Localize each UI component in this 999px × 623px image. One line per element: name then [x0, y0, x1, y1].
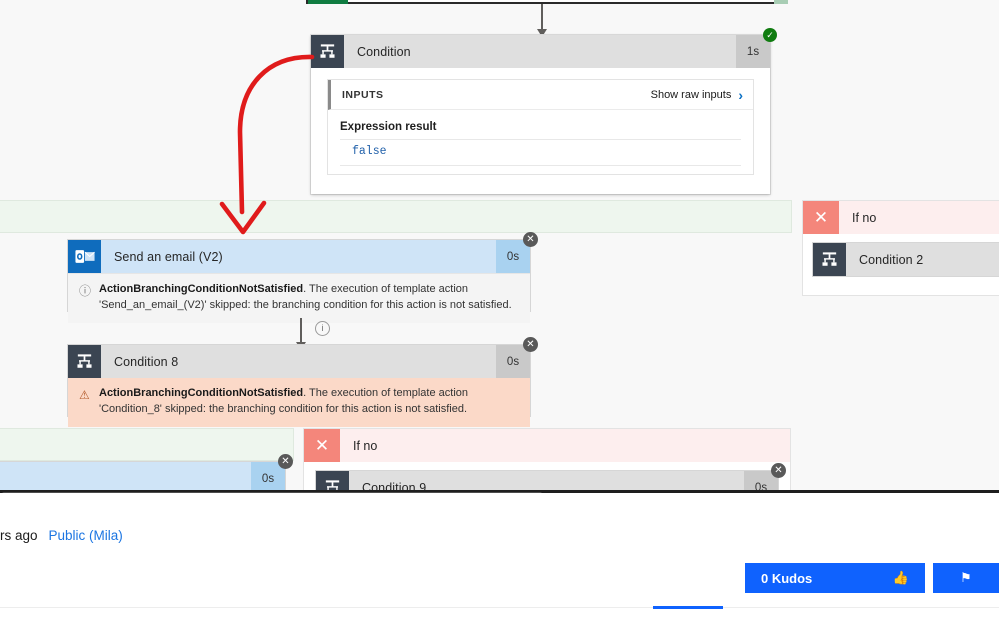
- branch-if-no-bottom[interactable]: ✕ If no Condition 9 0s ✕: [303, 428, 791, 493]
- branch-if-no-top-label: If no: [852, 210, 877, 225]
- x-icon: ✕: [304, 429, 340, 462]
- close-icon[interactable]: ✕: [523, 232, 538, 247]
- report-flag-button[interactable]: ⚑: [933, 563, 999, 593]
- branch-if-no-top-body: Condition 2: [803, 234, 999, 276]
- bottom-blue-card-header[interactable]: 0s ✕: [0, 454, 293, 493]
- post-meta-row: rs ago Public (Mila): [0, 528, 123, 543]
- branch-if-no-bottom-label: If no: [353, 438, 378, 453]
- branch-if-no-bottom-body: Condition 9 0s ✕: [304, 462, 790, 493]
- send-email-error-code: ActionBranchingConditionNotSatisfied: [99, 283, 304, 295]
- send-email-card[interactable]: Send an email (V2) 0s ✕ ⓘ ActionBranchin…: [68, 232, 538, 323]
- close-icon[interactable]: ✕: [523, 337, 538, 352]
- post-visibility-link[interactable]: Public (Mila): [49, 528, 123, 543]
- condition2-card-title: Condition 2: [859, 252, 924, 267]
- post-footer: 0 Kudos 👍 ⚑: [0, 560, 999, 623]
- expression-result-value: false: [340, 139, 741, 166]
- info-icon[interactable]: i: [315, 321, 330, 336]
- close-icon[interactable]: ✕: [771, 463, 786, 478]
- expression-result-label: Expression result: [340, 121, 437, 133]
- condition8-card[interactable]: Condition 8 0s ✕ ⚠ ActionBranchingCondit…: [68, 337, 538, 427]
- outlook-icon: [68, 240, 101, 273]
- send-email-error-text: ActionBranchingConditionNotSatisfied. Th…: [99, 282, 520, 314]
- condition-card-header[interactable]: Condition 1s ✓: [311, 28, 777, 68]
- send-email-error-message: ⓘ ActionBranchingConditionNotSatisfied. …: [68, 273, 530, 323]
- inputs-section-body: Expression result false: [328, 110, 753, 174]
- horizontal-scrollbar[interactable]: [0, 490, 999, 493]
- active-tab-indicator: [653, 606, 723, 609]
- kudos-label: 0 Kudos: [761, 570, 813, 586]
- close-icon[interactable]: ✕: [278, 454, 293, 469]
- footer-divider: [0, 607, 999, 608]
- condition-card-title: Condition: [357, 44, 411, 59]
- send-email-card-header[interactable]: Send an email (V2) 0s ✕: [68, 232, 538, 273]
- thumbs-up-icon: 👍: [892, 570, 909, 585]
- condition2-card-header[interactable]: Condition 2: [813, 243, 999, 276]
- condition-icon: [68, 345, 101, 378]
- condition-card-body: INPUTS Show raw inputs › Expression resu…: [311, 68, 770, 189]
- inputs-section: INPUTS Show raw inputs › Expression resu…: [327, 79, 754, 175]
- condition8-error-message: ⚠ ActionBranchingConditionNotSatisfied. …: [68, 378, 530, 427]
- condition8-card-header[interactable]: Condition 8 0s ✕: [68, 337, 538, 378]
- scope-if-yes-top: [0, 200, 792, 233]
- duration-chip-partial: [774, 0, 788, 4]
- condition-icon: [813, 243, 846, 276]
- kudos-button[interactable]: 0 Kudos 👍: [745, 563, 925, 593]
- show-raw-inputs-link[interactable]: Show raw inputs: [651, 89, 732, 101]
- bottom-blue-card[interactable]: 0s ✕: [0, 454, 293, 493]
- condition8-error-code: ActionBranchingConditionNotSatisfied: [99, 387, 304, 399]
- send-email-card-title: Send an email (V2): [114, 249, 223, 264]
- condition2-card[interactable]: Condition 2: [813, 243, 999, 276]
- x-icon: ✕: [803, 201, 839, 234]
- post-meta: rs ago Public (Mila): [0, 500, 999, 560]
- check-icon: ✓: [763, 28, 777, 42]
- condition8-error-text: ActionBranchingConditionNotSatisfied. Th…: [99, 386, 520, 418]
- chevron-right-icon[interactable]: ›: [738, 87, 743, 103]
- condition8-card-title: Condition 8: [114, 354, 179, 369]
- inputs-section-header: INPUTS Show raw inputs ›: [328, 80, 753, 110]
- branch-if-no-top-header[interactable]: ✕ If no: [803, 201, 999, 234]
- scrollbar-thumb[interactable]: [2, 492, 542, 493]
- info-icon: ⓘ: [79, 284, 92, 298]
- condition-card[interactable]: Condition 1s ✓ INPUTS Show raw inputs › …: [311, 28, 777, 194]
- post-timestamp: rs ago: [0, 528, 38, 543]
- logic-app-run-designer[interactable]: Condition 1s ✓ INPUTS Show raw inputs › …: [0, 0, 999, 493]
- bottom-blue-card-title: [0, 462, 251, 493]
- branch-if-no-top[interactable]: ✕ If no Condition 2: [802, 200, 999, 296]
- flag-icon: ⚑: [960, 570, 972, 585]
- branch-if-no-bottom-header[interactable]: ✕ If no: [304, 429, 790, 462]
- inputs-label: INPUTS: [342, 88, 384, 101]
- condition-icon: [311, 35, 344, 68]
- warning-icon: ⚠: [79, 388, 90, 402]
- excel-icon: [308, 0, 348, 4]
- scope-if-yes-bottom: [0, 428, 294, 461]
